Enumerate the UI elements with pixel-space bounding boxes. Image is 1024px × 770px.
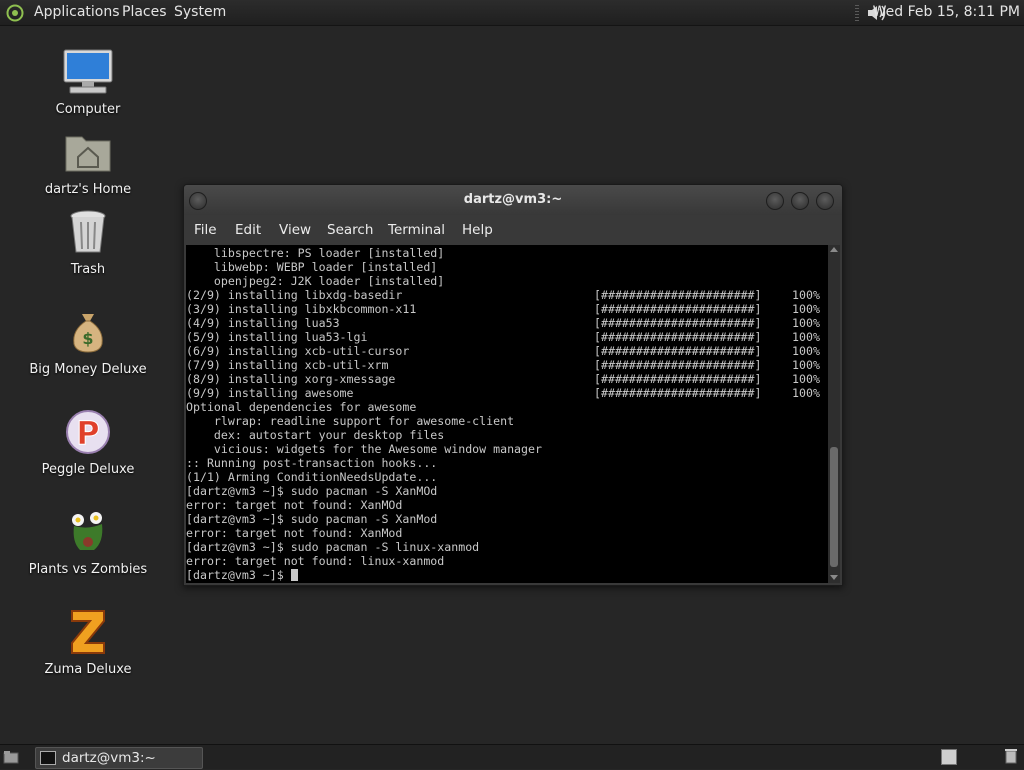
install-progress-bar: [######################] [594, 358, 762, 372]
close-button[interactable] [816, 192, 834, 210]
terminal-line: error: target not found: linux-xanmod [186, 554, 445, 568]
install-progress-percent: 100% [792, 386, 820, 400]
terminal-line: [dartz@vm3 ~]$ [186, 568, 291, 582]
terminal-line: [dartz@vm3 ~]$ sudo pacman -S XanMod [186, 512, 438, 526]
taskbar-window-button[interactable]: dartz@vm3:~ [35, 747, 203, 769]
terminal-line: (1/1) Arming ConditionNeedsUpdate... [186, 470, 438, 484]
menu-search[interactable]: Search [327, 218, 373, 242]
menu-view[interactable]: View [279, 218, 311, 242]
menu-help[interactable]: Help [462, 218, 493, 242]
menu-file[interactable]: File [194, 218, 217, 242]
menu-edit[interactable]: Edit [235, 218, 261, 242]
window-titlebar[interactable]: dartz@vm3:~ [184, 185, 842, 215]
terminal-line: error: target not found: XanMOd [186, 498, 403, 512]
terminal-line: (5/9) installing lua53-lgi [186, 330, 368, 344]
install-progress-percent: 100% [792, 288, 820, 302]
terminal-line: libwebp: WEBP loader [installed] [186, 260, 438, 274]
panel-separator [855, 5, 859, 21]
scroll-up-arrow-icon[interactable] [830, 247, 838, 252]
applications-menu[interactable]: Applications [34, 0, 120, 25]
desktop-icon-home[interactable]: dartz's Home [28, 126, 148, 197]
scrollbar-thumb[interactable] [830, 447, 838, 567]
install-progress-bar: [######################] [594, 288, 762, 302]
terminal-line: dex: autostart your desktop files [186, 428, 445, 442]
install-progress-bar: [######################] [594, 386, 762, 400]
terminal-line: (7/9) installing xcb-util-xrm [186, 358, 389, 372]
places-menu[interactable]: Places [122, 0, 167, 25]
maximize-button[interactable] [791, 192, 809, 210]
computer-icon [62, 46, 114, 98]
terminal-menubar: File Edit View Search Terminal Help [184, 218, 842, 242]
terminal-line: (2/9) installing libxdg-basedir [186, 288, 403, 302]
install-progress-percent: 100% [792, 316, 820, 330]
plants-vs-zombies-icon [62, 506, 114, 558]
desktop-icon-plants-vs-zombies[interactable]: Plants vs Zombies [28, 506, 148, 577]
desktop-icon-label: Peggle Deluxe [41, 462, 135, 477]
terminal-line: (4/9) installing lua53 [186, 316, 340, 330]
install-progress-bar: [######################] [594, 372, 762, 386]
system-menu[interactable]: System [174, 0, 226, 25]
menu-terminal[interactable]: Terminal [388, 218, 445, 242]
scroll-down-arrow-icon[interactable] [830, 575, 838, 580]
taskbar-window-label: dartz@vm3:~ [62, 750, 156, 766]
terminal-line: (9/9) installing awesome [186, 386, 354, 400]
distro-logo-icon[interactable] [6, 4, 24, 26]
desktop-icon-peggle[interactable]: P Peggle Deluxe [28, 406, 148, 477]
show-desktop-icon[interactable] [2, 748, 20, 766]
terminal-line: (3/9) installing libxkbcommon-x11 [186, 302, 417, 316]
bottom-panel: dartz@vm3:~ [0, 744, 1024, 769]
terminal-line: error: target not found: XanMod [186, 526, 403, 540]
install-progress-bar: [######################] [594, 330, 762, 344]
install-progress-percent: 100% [792, 344, 820, 358]
terminal-output[interactable]: libspectre: PS loader [installed] libweb… [186, 245, 828, 583]
terminal-line: Optional dependencies for awesome [186, 400, 417, 414]
trash-applet-icon[interactable] [1004, 748, 1018, 764]
top-panel: Applications Places System Wed Feb 15, 8… [0, 0, 1024, 26]
terminal-icon [40, 751, 56, 765]
workspace-switcher[interactable] [941, 749, 957, 765]
terminal-line: [dartz@vm3 ~]$ sudo pacman -S XanMOd [186, 484, 438, 498]
terminal-scrollbar[interactable] [828, 245, 840, 583]
trash-icon [62, 206, 114, 258]
desktop-icon-computer[interactable]: Computer [28, 46, 148, 117]
home-folder-icon [62, 126, 114, 178]
desktop-icon-label: Trash [70, 262, 106, 277]
window-title: dartz@vm3:~ [463, 192, 563, 207]
svg-text:$: $ [82, 329, 93, 348]
clock[interactable]: Wed Feb 15, 8:11 PM [873, 0, 1020, 25]
svg-text:P: P [76, 414, 99, 452]
desktop-icon-label: Big Money Deluxe [29, 362, 147, 377]
terminal-line: rlwrap: readline support for awesome-cli… [186, 414, 515, 428]
minimize-button[interactable] [766, 192, 784, 210]
terminal-window[interactable]: dartz@vm3:~ File Edit View Search Termin… [183, 184, 843, 586]
desktop-icon-big-money[interactable]: $ Big Money Deluxe [28, 306, 148, 377]
terminal-line: (8/9) installing xorg-xmessage [186, 372, 396, 386]
terminal-cursor [291, 569, 298, 581]
install-progress-percent: 100% [792, 372, 820, 386]
zuma-icon [62, 606, 114, 658]
terminal-line: [dartz@vm3 ~]$ sudo pacman -S linux-xanm… [186, 540, 480, 554]
desktop-icon-trash[interactable]: Trash [28, 206, 148, 277]
terminal-line: openjpeg2: J2K loader [installed] [186, 274, 445, 288]
peggle-icon: P [62, 406, 114, 458]
terminal-line: vicious: widgets for the Awesome window … [186, 442, 542, 456]
terminal-line: :: Running post-transaction hooks... [186, 456, 438, 470]
install-progress-bar: [######################] [594, 316, 762, 330]
install-progress-bar: [######################] [594, 302, 762, 316]
desktop-icon-label: Computer [55, 102, 121, 117]
desktop-icon-label: dartz's Home [44, 182, 132, 197]
install-progress-percent: 100% [792, 330, 820, 344]
desktop-icon-label: Zuma Deluxe [44, 662, 132, 677]
terminal-line: (6/9) installing xcb-util-cursor [186, 344, 410, 358]
install-progress-percent: 100% [792, 358, 820, 372]
terminal-line: libspectre: PS loader [installed] [186, 246, 445, 260]
money-bag-icon: $ [62, 306, 114, 358]
install-progress-bar: [######################] [594, 344, 762, 358]
install-progress-percent: 100% [792, 302, 820, 316]
desktop-icon-zuma[interactable]: Zuma Deluxe [28, 606, 148, 677]
desktop-icon-label: Plants vs Zombies [28, 562, 148, 577]
